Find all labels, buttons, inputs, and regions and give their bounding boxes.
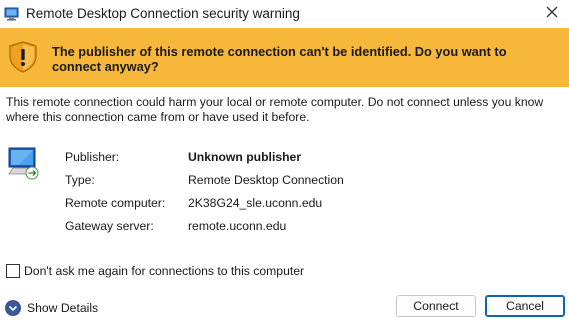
dont-ask-again-label[interactable]: Don't ask me again for connections to th…	[24, 264, 304, 278]
window-title: Remote Desktop Connection security warni…	[26, 6, 300, 21]
publisher-label: Publisher:	[65, 150, 120, 164]
gateway-server-row: Gateway server: remote.uconn.edu	[65, 219, 545, 237]
warning-description: This remote connection could harm your l…	[6, 95, 544, 124]
remote-computer-value: 2K38G24_sle.uconn.edu	[188, 196, 323, 210]
warning-banner: The publisher of this remote connection …	[0, 28, 569, 87]
chevron-down-circle-icon[interactable]	[5, 300, 21, 316]
gateway-server-label: Gateway server:	[65, 219, 154, 233]
close-icon	[546, 5, 558, 23]
show-details-toggle[interactable]: Show Details	[5, 299, 98, 317]
cancel-button[interactable]: Cancel	[485, 295, 565, 317]
gateway-server-value: remote.uconn.edu	[188, 219, 287, 233]
show-details-label[interactable]: Show Details	[27, 301, 98, 315]
security-warning-dialog: Remote Desktop Connection security warni…	[0, 0, 569, 325]
type-value: Remote Desktop Connection	[188, 173, 344, 187]
publisher-row: Publisher: Unknown publisher	[65, 150, 545, 168]
publisher-value: Unknown publisher	[188, 150, 302, 164]
remote-desktop-icon	[4, 6, 20, 22]
warning-shield-icon	[8, 41, 38, 73]
dont-ask-again-checkbox[interactable]	[6, 264, 20, 278]
remote-computer-label: Remote computer:	[65, 196, 166, 210]
remote-computer-row: Remote computer: 2K38G24_sle.uconn.edu	[65, 196, 545, 214]
type-label: Type:	[65, 173, 95, 187]
title-bar: Remote Desktop Connection security warni…	[0, 0, 569, 28]
remote-computer-icon	[7, 146, 41, 182]
banner-message: The publisher of this remote connection …	[52, 44, 507, 74]
type-row: Type: Remote Desktop Connection	[65, 173, 545, 191]
connect-button[interactable]: Connect	[396, 295, 476, 317]
close-button[interactable]	[535, 0, 569, 28]
dont-ask-again-option[interactable]: Don't ask me again for connections to th…	[6, 263, 304, 279]
